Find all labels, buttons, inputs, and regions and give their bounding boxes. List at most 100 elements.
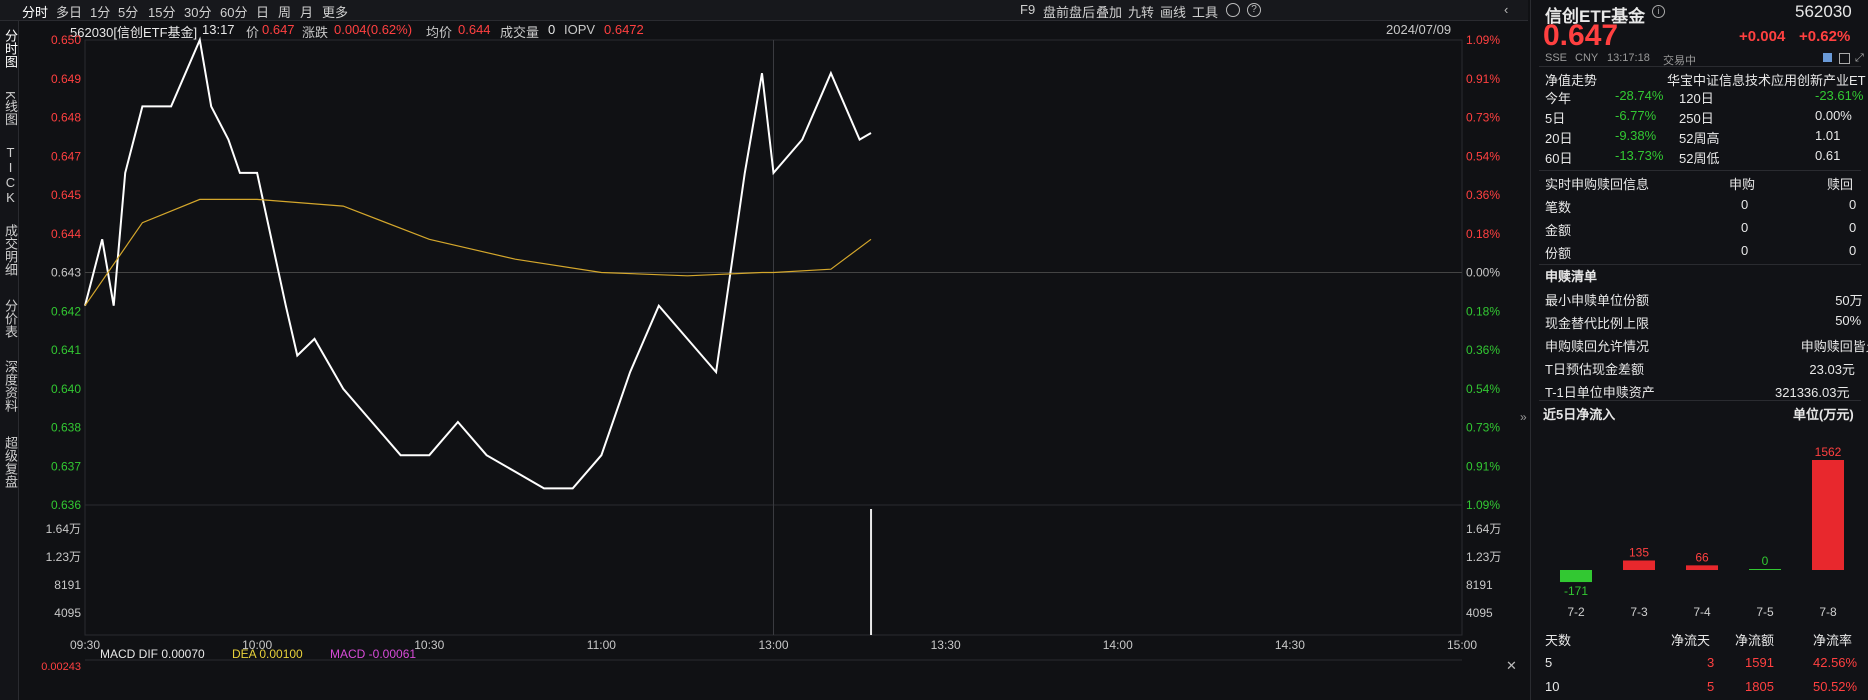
perf-label-2: 120日 (1679, 91, 1714, 106)
creation-list-title: 申赎清单 (1545, 269, 1598, 284)
window-icon[interactable] (1839, 53, 1850, 64)
redeem-row-buy: 0 (1741, 243, 1749, 258)
redeem-row-sell: 0 (1849, 243, 1857, 258)
inflow-bar-label: 66 (1695, 550, 1709, 564)
pct-tick-label: 0.36% (1466, 343, 1500, 357)
stats-days: 5 (1545, 655, 1553, 670)
change-percent: +0.62% (1799, 28, 1851, 45)
panel-toggle-icon[interactable]: ‹ (1504, 2, 1508, 17)
perf-value-2: -23.61% (1815, 88, 1864, 103)
inflow-bar (1560, 570, 1592, 583)
inflow-category-label: 7-2 (1567, 605, 1585, 619)
quote-time: 13:17:18 (1607, 52, 1650, 64)
creation-row-label: 现金替代比例上限 (1545, 316, 1650, 331)
stats-inflow-amount: 1591 (1745, 655, 1774, 670)
time-tick-label: 09:30 (70, 638, 100, 652)
perf-label: 今年 (1545, 91, 1572, 106)
price-tick-label: 0.642 (51, 304, 81, 318)
inflow-category-label: 7-3 (1630, 605, 1648, 619)
perf-label: 60日 (1545, 151, 1573, 166)
volume-tick-label: 1.23万 (46, 550, 81, 564)
time-tick-label: 14:00 (1103, 638, 1133, 652)
pct-tick-label: 0.54% (1466, 382, 1500, 396)
volume-tick-label: 4095 (54, 606, 81, 620)
macd-close-icon[interactable]: ✕ (1506, 658, 1517, 674)
inflow-category-label: 7-5 (1756, 605, 1774, 619)
time-tick-label: 15:00 (1447, 638, 1477, 652)
perf-label-2: 52周高 (1679, 131, 1720, 146)
perf-value-2: 0.61 (1815, 148, 1841, 163)
inflow-bar (1623, 560, 1655, 570)
perf-label-2: 52周低 (1679, 151, 1720, 166)
currency: CNY (1575, 52, 1599, 64)
price-tick-label: 0.647 (51, 149, 81, 163)
inflow-category-label: 7-8 (1819, 605, 1837, 619)
stats-header: 天数 (1545, 633, 1572, 648)
creation-row-value: 申购赎回皆允许 (1800, 339, 1868, 354)
stats-inflow-days: 3 (1707, 655, 1715, 670)
intraday-chart[interactable]: 0.650 0.649 0.648 0.647 0.645 0.644 0.643 0.642… (0, 0, 1528, 700)
price-tick-label: 0.640 (51, 382, 81, 396)
stats-days: 10 (1545, 679, 1560, 694)
stats-inflow-rate: 50.52% (1813, 679, 1858, 694)
pct-tick-label: 0.91% (1466, 459, 1500, 473)
perf-value: -9.38% (1615, 128, 1657, 143)
price-line (84, 36, 872, 490)
redeem-row-label: 金额 (1545, 223, 1572, 238)
perf-value-2: 0.00% (1815, 108, 1852, 123)
inflow-bar-label: -171 (1564, 584, 1588, 598)
pct-tick-label: 0.91% (1466, 72, 1500, 86)
perf-label: 5日 (1545, 111, 1566, 126)
perf-value-2: 1.01 (1815, 128, 1841, 143)
price-tick-label: 0.649 (51, 72, 81, 86)
creation-row-label: T-1日单位申赎资产 (1545, 385, 1655, 400)
inflow-bar (1812, 460, 1844, 570)
exchange: SSE (1545, 52, 1568, 64)
fund-code: 562030 (1795, 2, 1852, 21)
inflow-bar (1749, 569, 1781, 570)
change-amount: +0.004 (1739, 28, 1786, 45)
pct-tick-label: 0.54% (1466, 149, 1500, 163)
stats-inflow-rate: 42.56% (1813, 655, 1858, 670)
avg-price-line (84, 198, 872, 307)
price-tick-label: 0.650 (51, 33, 81, 47)
pct-tick-label: 0.18% (1466, 227, 1500, 241)
edit-icon[interactable] (1823, 53, 1832, 62)
creation-row-value: 23.03元 (1809, 362, 1855, 377)
redeem-row-label: 份额 (1545, 246, 1572, 261)
redeem-row-sell: 0 (1849, 197, 1857, 212)
expand-icon[interactable]: ⤢ (1855, 52, 1864, 65)
redeem-row-sell: 0 (1849, 220, 1857, 235)
time-tick-label: 11:00 (587, 638, 616, 652)
macd-title: MACD DIF 0.00070 (100, 647, 205, 661)
perf-label-2: 250日 (1679, 111, 1714, 126)
stats-header: 净流天 (1671, 633, 1711, 648)
net-inflow-chart: -171 7-2 135 7-3 66 7-4 0 7-5 1562 7-8 (1560, 445, 1844, 619)
creation-row-label: 最小申赎单位份额 (1545, 293, 1650, 308)
macd-axis-top: 0.00243 (41, 661, 81, 673)
panel-collapse-icon[interactable]: » (1520, 410, 1527, 424)
price-tick-label: 0.644 (51, 227, 81, 241)
info-icon[interactable]: i (1652, 5, 1665, 18)
pct-tick-label: 0.00% (1466, 266, 1500, 280)
creation-row-value: 50万 (1835, 293, 1863, 308)
volume-tick-label: 8191 (54, 578, 81, 592)
volume-tick-label-right: 1.23万 (1466, 550, 1501, 564)
pct-tick-label: 0.73% (1466, 111, 1500, 125)
macd-value: MACD -0.00061 (330, 647, 416, 661)
tracking-index: 华宝中证信息技术应用创新产业ET (1667, 73, 1866, 88)
creation-row-value: 321336.03元 (1775, 385, 1850, 400)
macd-dea: DEA 0.00100 (232, 647, 303, 661)
redeem-row-label: 笔数 (1545, 200, 1572, 215)
stats-header: 净流额 (1735, 633, 1775, 648)
volume-tick-label-right: 4095 (1466, 606, 1493, 620)
volume-tick-label-right: 8191 (1466, 578, 1493, 592)
perf-value: -28.74% (1615, 88, 1664, 103)
price-tick-label: 0.643 (51, 266, 81, 280)
creation-row-label: T日预估现金差额 (1545, 362, 1644, 377)
stats-header: 净流率 (1813, 633, 1853, 648)
pct-tick-label: 0.36% (1466, 188, 1500, 202)
time-tick-label: 13:30 (931, 638, 961, 652)
time-tick-label: 13:00 (758, 638, 788, 652)
pct-tick-label: 1.09% (1466, 33, 1500, 47)
